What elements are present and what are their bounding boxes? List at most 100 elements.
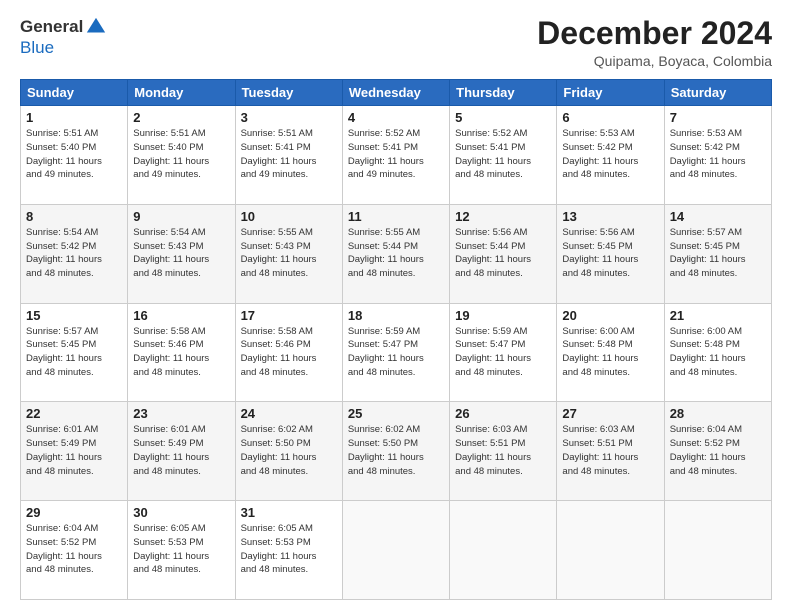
- day-info: Sunrise: 5:51 AMSunset: 5:40 PMDaylight:…: [26, 127, 122, 182]
- day-info: Sunrise: 6:01 AMSunset: 5:49 PMDaylight:…: [133, 423, 229, 478]
- col-header-wednesday: Wednesday: [342, 80, 449, 106]
- day-number: 21: [670, 308, 766, 323]
- day-cell-28: 28 Sunrise: 6:04 AMSunset: 5:52 PMDayligh…: [664, 402, 771, 501]
- logo: General Blue: [20, 16, 107, 58]
- day-number: 26: [455, 406, 551, 421]
- day-info: Sunrise: 6:02 AMSunset: 5:50 PMDaylight:…: [241, 423, 337, 478]
- title-block: December 2024 Quipama, Boyaca, Colombia: [537, 16, 772, 69]
- calendar-table: SundayMondayTuesdayWednesdayThursdayFrid…: [20, 79, 772, 600]
- day-number: 2: [133, 110, 229, 125]
- location: Quipama, Boyaca, Colombia: [537, 53, 772, 69]
- day-number: 19: [455, 308, 551, 323]
- day-info: Sunrise: 5:59 AMSunset: 5:47 PMDaylight:…: [455, 325, 551, 380]
- day-number: 15: [26, 308, 122, 323]
- day-number: 7: [670, 110, 766, 125]
- day-info: Sunrise: 5:57 AMSunset: 5:45 PMDaylight:…: [670, 226, 766, 281]
- day-cell-7: 7 Sunrise: 5:53 AMSunset: 5:42 PMDaylight…: [664, 106, 771, 205]
- day-number: 16: [133, 308, 229, 323]
- day-info: Sunrise: 6:03 AMSunset: 5:51 PMDaylight:…: [562, 423, 658, 478]
- week-row-5: 29Sunrise: 6:04 AMSunset: 5:52 PMDayligh…: [21, 501, 772, 600]
- header-row: SundayMondayTuesdayWednesdayThursdayFrid…: [21, 80, 772, 106]
- day-number: 17: [241, 308, 337, 323]
- day-number: 27: [562, 406, 658, 421]
- day-info: Sunrise: 5:56 AMSunset: 5:45 PMDaylight:…: [562, 226, 658, 281]
- day-number: 11: [348, 209, 444, 224]
- day-number: 24: [241, 406, 337, 421]
- day-info: Sunrise: 5:51 AMSunset: 5:40 PMDaylight:…: [133, 127, 229, 182]
- day-cell-31: 31Sunrise: 6:05 AMSunset: 5:53 PMDayligh…: [235, 501, 342, 600]
- day-cell-14: 14 Sunrise: 5:57 AMSunset: 5:45 PMDayligh…: [664, 204, 771, 303]
- day-number: 22: [26, 406, 122, 421]
- day-info: Sunrise: 5:54 AMSunset: 5:42 PMDaylight:…: [26, 226, 122, 281]
- day-info: Sunrise: 5:58 AMSunset: 5:46 PMDaylight:…: [133, 325, 229, 380]
- col-header-sunday: Sunday: [21, 80, 128, 106]
- day-cell-10: 10Sunrise: 5:55 AMSunset: 5:43 PMDayligh…: [235, 204, 342, 303]
- day-number: 1: [26, 110, 122, 125]
- col-header-thursday: Thursday: [450, 80, 557, 106]
- day-cell-2: 2 Sunrise: 5:51 AMSunset: 5:40 PMDaylight…: [128, 106, 235, 205]
- day-info: Sunrise: 6:00 AMSunset: 5:48 PMDaylight:…: [562, 325, 658, 380]
- day-cell-6: 6 Sunrise: 5:53 AMSunset: 5:42 PMDaylight…: [557, 106, 664, 205]
- logo-icon: [85, 16, 107, 38]
- day-info: Sunrise: 5:59 AMSunset: 5:47 PMDaylight:…: [348, 325, 444, 380]
- day-cell-16: 16 Sunrise: 5:58 AMSunset: 5:46 PMDayligh…: [128, 303, 235, 402]
- day-number: 18: [348, 308, 444, 323]
- week-row-1: 1 Sunrise: 5:51 AMSunset: 5:40 PMDaylight…: [21, 106, 772, 205]
- day-cell-3: 3 Sunrise: 5:51 AMSunset: 5:41 PMDaylight…: [235, 106, 342, 205]
- logo-general-text: General: [20, 17, 83, 37]
- day-info: Sunrise: 6:02 AMSunset: 5:50 PMDaylight:…: [348, 423, 444, 478]
- day-number: 20: [562, 308, 658, 323]
- day-info: Sunrise: 5:53 AMSunset: 5:42 PMDaylight:…: [562, 127, 658, 182]
- day-number: 3: [241, 110, 337, 125]
- logo-blue-text: Blue: [20, 38, 54, 57]
- day-info: Sunrise: 5:51 AMSunset: 5:41 PMDaylight:…: [241, 127, 337, 182]
- day-number: 31: [241, 505, 337, 520]
- empty-cell: [664, 501, 771, 600]
- day-cell-4: 4 Sunrise: 5:52 AMSunset: 5:41 PMDaylight…: [342, 106, 449, 205]
- day-cell-24: 24 Sunrise: 6:02 AMSunset: 5:50 PMDayligh…: [235, 402, 342, 501]
- month-title: December 2024: [537, 16, 772, 51]
- day-info: Sunrise: 5:58 AMSunset: 5:46 PMDaylight:…: [241, 325, 337, 380]
- week-row-4: 22 Sunrise: 6:01 AMSunset: 5:49 PMDayligh…: [21, 402, 772, 501]
- day-cell-1: 1 Sunrise: 5:51 AMSunset: 5:40 PMDaylight…: [21, 106, 128, 205]
- day-info: Sunrise: 5:54 AMSunset: 5:43 PMDaylight:…: [133, 226, 229, 281]
- empty-cell: [342, 501, 449, 600]
- day-cell-22: 22 Sunrise: 6:01 AMSunset: 5:49 PMDayligh…: [21, 402, 128, 501]
- day-cell-27: 27 Sunrise: 6:03 AMSunset: 5:51 PMDayligh…: [557, 402, 664, 501]
- day-info: Sunrise: 5:55 AMSunset: 5:44 PMDaylight:…: [348, 226, 444, 281]
- day-cell-9: 9 Sunrise: 5:54 AMSunset: 5:43 PMDaylight…: [128, 204, 235, 303]
- day-cell-17: 17 Sunrise: 5:58 AMSunset: 5:46 PMDayligh…: [235, 303, 342, 402]
- day-number: 9: [133, 209, 229, 224]
- day-cell-18: 18 Sunrise: 5:59 AMSunset: 5:47 PMDayligh…: [342, 303, 449, 402]
- day-cell-19: 19 Sunrise: 5:59 AMSunset: 5:47 PMDayligh…: [450, 303, 557, 402]
- day-cell-25: 25Sunrise: 6:02 AMSunset: 5:50 PMDayligh…: [342, 402, 449, 501]
- day-number: 14: [670, 209, 766, 224]
- day-cell-21: 21Sunrise: 6:00 AMSunset: 5:48 PMDayligh…: [664, 303, 771, 402]
- col-header-friday: Friday: [557, 80, 664, 106]
- day-info: Sunrise: 5:52 AMSunset: 5:41 PMDaylight:…: [348, 127, 444, 182]
- day-cell-8: 8Sunrise: 5:54 AMSunset: 5:42 PMDaylight…: [21, 204, 128, 303]
- day-number: 5: [455, 110, 551, 125]
- day-info: Sunrise: 5:52 AMSunset: 5:41 PMDaylight:…: [455, 127, 551, 182]
- week-row-3: 15Sunrise: 5:57 AMSunset: 5:45 PMDayligh…: [21, 303, 772, 402]
- day-number: 4: [348, 110, 444, 125]
- day-cell-13: 13 Sunrise: 5:56 AMSunset: 5:45 PMDayligh…: [557, 204, 664, 303]
- day-cell-12: 12Sunrise: 5:56 AMSunset: 5:44 PMDayligh…: [450, 204, 557, 303]
- col-header-tuesday: Tuesday: [235, 80, 342, 106]
- day-number: 6: [562, 110, 658, 125]
- day-cell-20: 20 Sunrise: 6:00 AMSunset: 5:48 PMDayligh…: [557, 303, 664, 402]
- day-number: 28: [670, 406, 766, 421]
- col-header-monday: Monday: [128, 80, 235, 106]
- day-number: 10: [241, 209, 337, 224]
- day-cell-30: 30Sunrise: 6:05 AMSunset: 5:53 PMDayligh…: [128, 501, 235, 600]
- empty-cell: [450, 501, 557, 600]
- day-info: Sunrise: 6:01 AMSunset: 5:49 PMDaylight:…: [26, 423, 122, 478]
- calendar-page: General Blue December 2024 Quipama, Boya…: [0, 0, 792, 612]
- day-number: 12: [455, 209, 551, 224]
- day-info: Sunrise: 6:04 AMSunset: 5:52 PMDaylight:…: [670, 423, 766, 478]
- day-number: 23: [133, 406, 229, 421]
- empty-cell: [557, 501, 664, 600]
- day-cell-23: 23 Sunrise: 6:01 AMSunset: 5:49 PMDayligh…: [128, 402, 235, 501]
- day-number: 13: [562, 209, 658, 224]
- day-info: Sunrise: 5:53 AMSunset: 5:42 PMDaylight:…: [670, 127, 766, 182]
